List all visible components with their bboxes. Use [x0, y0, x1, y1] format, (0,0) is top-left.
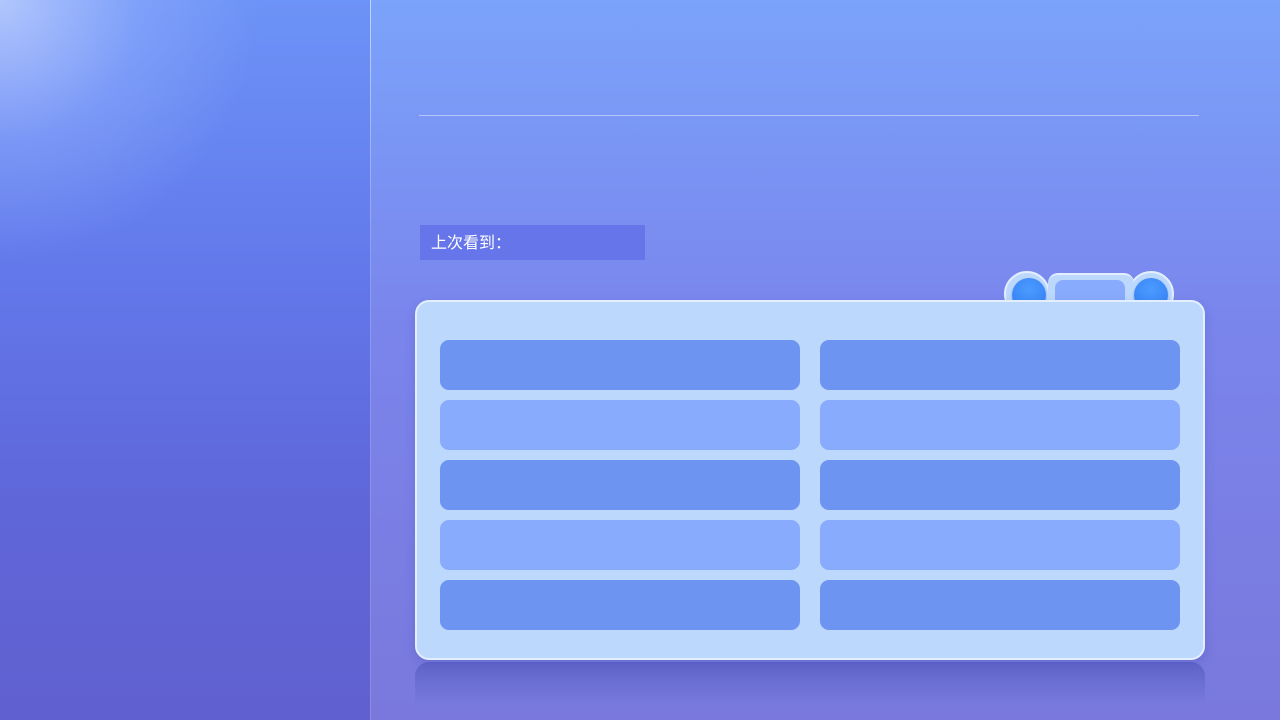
list-item[interactable]: [440, 460, 800, 510]
list-item[interactable]: [820, 520, 1180, 570]
list-item[interactable]: [440, 340, 800, 390]
episode-list-panel: [415, 300, 1205, 660]
list-item[interactable]: [820, 460, 1180, 510]
list-item[interactable]: [820, 340, 1180, 390]
sidebar-panel: [0, 0, 371, 720]
header-divider: [419, 115, 1199, 116]
list-item[interactable]: [820, 400, 1180, 450]
last-viewed-label: 上次看到：: [420, 225, 645, 260]
list-item[interactable]: [440, 520, 800, 570]
panel-reflection: [415, 662, 1205, 720]
list-item[interactable]: [440, 400, 800, 450]
list-item[interactable]: [820, 580, 1180, 630]
list-item[interactable]: [440, 580, 800, 630]
